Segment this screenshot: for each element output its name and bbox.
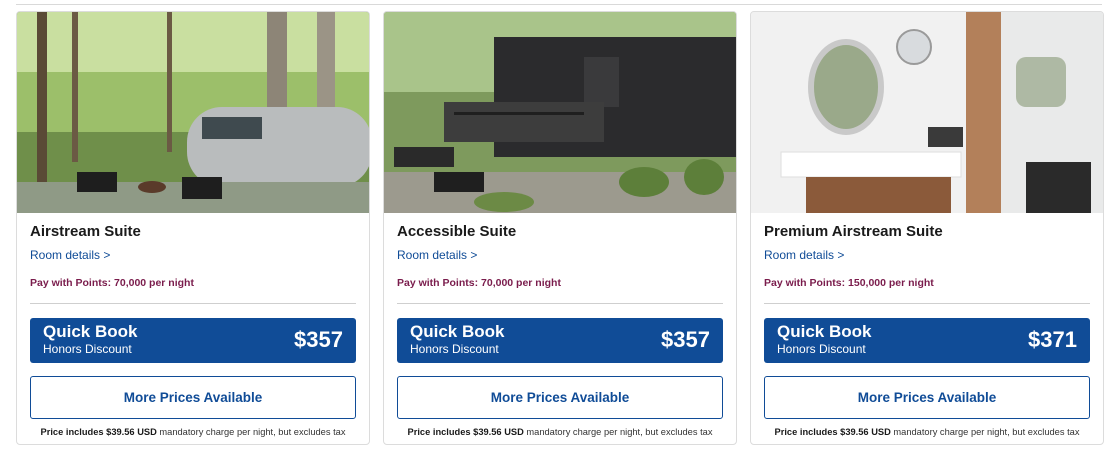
room-name: Premium Airstream Suite bbox=[764, 223, 943, 240]
room-cards-list: Airstream Suite Room details > Pay with … bbox=[16, 11, 1104, 445]
points-price: Pay with Points: 70,000 per night bbox=[397, 277, 561, 289]
quick-book-subtitle: Honors Discount bbox=[777, 342, 866, 356]
points-price: Pay with Points: 70,000 per night bbox=[30, 277, 194, 289]
room-photo[interactable] bbox=[751, 12, 1103, 213]
room-details-link[interactable]: Room details > bbox=[764, 248, 844, 262]
room-name: Accessible Suite bbox=[397, 223, 517, 240]
quick-book-button[interactable]: Quick Book Honors Discount $371 bbox=[764, 318, 1090, 363]
quick-book-price: $357 bbox=[294, 327, 343, 352]
disclaimer-suffix: mandatory charge per night, but excludes… bbox=[159, 427, 346, 437]
disclaimer-suffix: mandatory charge per night, but excludes… bbox=[893, 427, 1080, 437]
quick-book-button[interactable]: Quick Book Honors Discount $357 bbox=[30, 318, 356, 363]
room-details-link[interactable]: Room details > bbox=[397, 248, 477, 262]
points-price: Pay with Points: 150,000 per night bbox=[764, 277, 934, 289]
more-prices-button[interactable]: More Prices Available bbox=[764, 376, 1090, 419]
room-photo[interactable] bbox=[384, 12, 736, 213]
divider bbox=[764, 303, 1090, 304]
disclaimer-amount: $39.56 USD bbox=[106, 427, 157, 437]
disclaimer-suffix: mandatory charge per night, but excludes… bbox=[526, 427, 713, 437]
quick-book-title: Quick Book bbox=[410, 322, 505, 341]
divider bbox=[397, 303, 723, 304]
disclaimer-amount: $39.56 USD bbox=[473, 427, 524, 437]
room-photo[interactable] bbox=[17, 12, 369, 213]
quick-book-title: Quick Book bbox=[777, 322, 872, 341]
quick-book-title: Quick Book bbox=[43, 322, 138, 341]
price-disclaimer: Price includes $39.56 USD mandatory char… bbox=[764, 426, 1090, 438]
disclaimer-prefix: Price includes bbox=[774, 427, 838, 437]
room-name: Airstream Suite bbox=[30, 223, 141, 240]
top-divider bbox=[16, 4, 1102, 5]
divider bbox=[30, 303, 356, 304]
more-prices-button[interactable]: More Prices Available bbox=[397, 376, 723, 419]
quick-book-price: $371 bbox=[1028, 327, 1077, 352]
quick-book-price: $357 bbox=[661, 327, 710, 352]
room-card-airstream-suite: Airstream Suite Room details > Pay with … bbox=[16, 11, 370, 445]
quick-book-subtitle: Honors Discount bbox=[43, 342, 132, 356]
disclaimer-prefix: Price includes bbox=[40, 427, 104, 437]
disclaimer-amount: $39.56 USD bbox=[840, 427, 891, 437]
disclaimer-prefix: Price includes bbox=[407, 427, 471, 437]
room-details-link[interactable]: Room details > bbox=[30, 248, 110, 262]
price-disclaimer: Price includes $39.56 USD mandatory char… bbox=[397, 426, 723, 438]
price-disclaimer: Price includes $39.56 USD mandatory char… bbox=[30, 426, 356, 438]
more-prices-button[interactable]: More Prices Available bbox=[30, 376, 356, 419]
quick-book-button[interactable]: Quick Book Honors Discount $357 bbox=[397, 318, 723, 363]
quick-book-subtitle: Honors Discount bbox=[410, 342, 499, 356]
room-card-accessible-suite: Accessible Suite Room details > Pay with… bbox=[383, 11, 737, 445]
room-card-premium-airstream-suite: Premium Airstream Suite Room details > P… bbox=[750, 11, 1104, 445]
